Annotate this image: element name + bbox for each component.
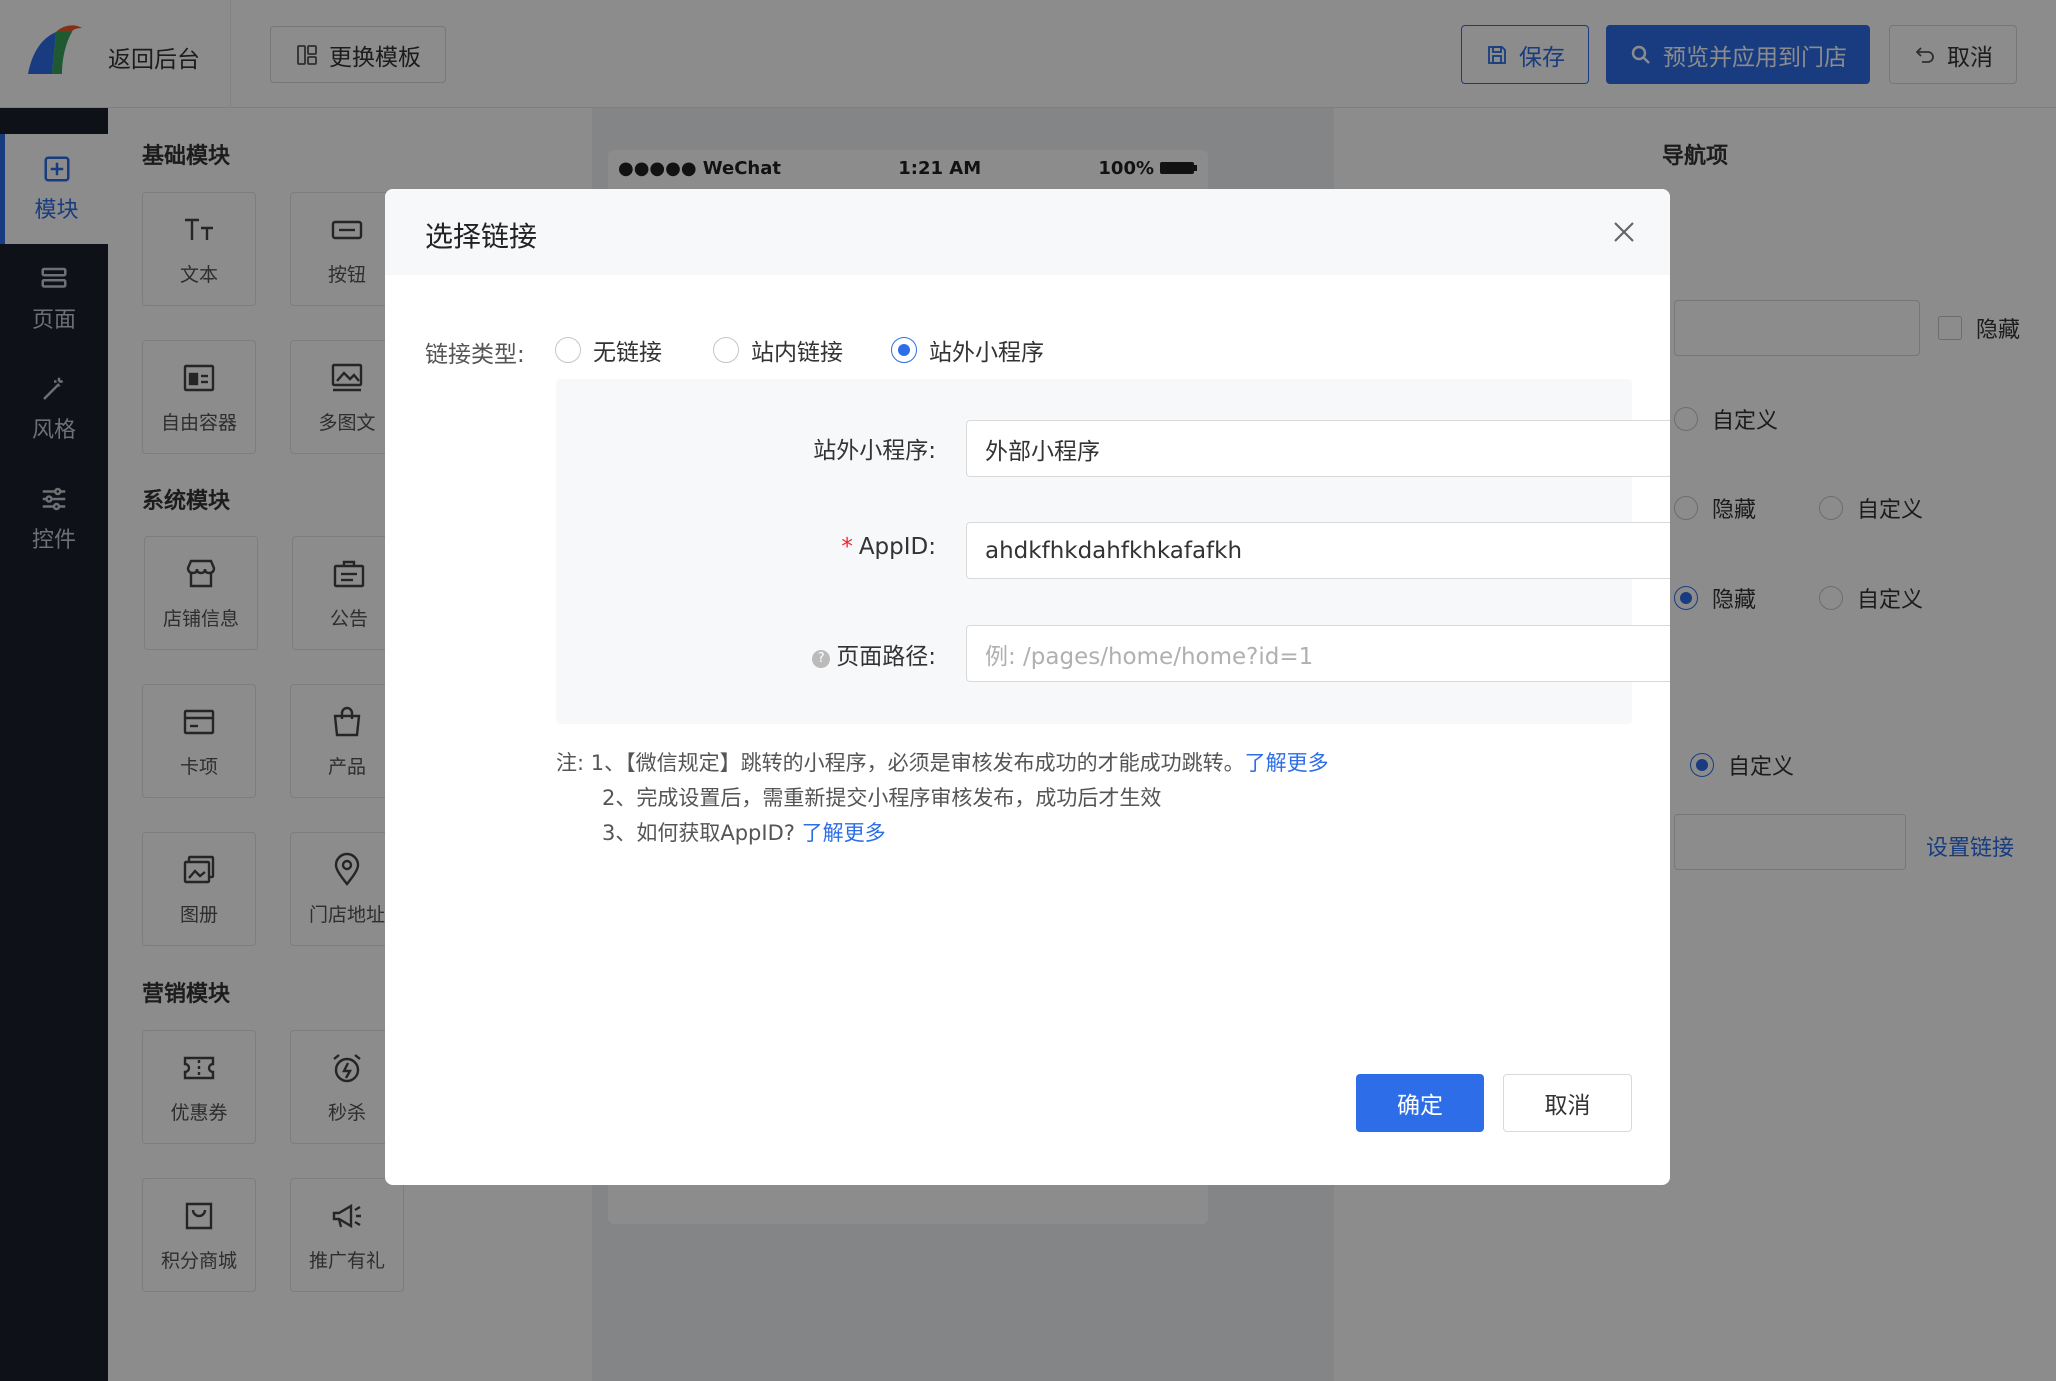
mini-program-select[interactable]: 外部小程序 <box>966 420 1670 477</box>
page-path-label-text: 页面路径: <box>836 644 936 670</box>
radio-internal-link[interactable]: 站内链接 <box>713 333 843 367</box>
page-path-input[interactable]: 例: /pages/home/home?id=1 <box>966 625 1670 682</box>
note-line-2: 2、完成设置后，需重新提交小程序审核发布，成功后才生效 <box>602 781 1161 816</box>
radio-no-link-label: 无链接 <box>593 340 662 366</box>
page-path-label: ? 页面路径: <box>636 637 936 671</box>
mini-program-form: 站外小程序: 外部小程序 * AppID: ahdkfhkdahfkhkafafk… <box>556 379 1670 724</box>
appid-input-value: ahdkfhkdahfkhkafafkh <box>985 537 1243 564</box>
appid-label-text: AppID: <box>858 534 936 560</box>
mini-program-select-value: 外部小程序 <box>985 438 1100 465</box>
radio-dot <box>555 337 581 363</box>
close-icon[interactable] <box>1611 219 1637 245</box>
dialog-title: 选择链接 <box>425 220 538 253</box>
note-line-3: 3、如何获取AppID? 了解更多 <box>602 816 886 851</box>
cancel-button[interactable]: 取消 <box>1503 1074 1632 1132</box>
appid-label: * AppID: <box>636 534 936 560</box>
note-line-1: 注: 1、【微信规定】跳转的小程序，必须是审核发布成功的才能成功跳转。了解更多 <box>556 746 1329 781</box>
link-type-label: 链接类型: <box>425 342 525 368</box>
appid-input[interactable]: ahdkfhkdahfkhkafafkh <box>966 522 1670 579</box>
radio-no-link[interactable]: 无链接 <box>555 333 662 367</box>
radio-dot-selected <box>891 337 917 363</box>
page-path-placeholder: 例: /pages/home/home?id=1 <box>985 643 1314 670</box>
select-link-dialog: 选择链接 链接类型: 无链接 站内链接 站外小程序 站外小程序: 外部小程序 *… <box>385 189 1670 1185</box>
mini-program-label: 站外小程序: <box>813 438 936 464</box>
help-icon[interactable]: ? <box>812 650 831 668</box>
note-text-3: 3、如何获取AppID? <box>602 821 795 845</box>
learn-more-link-1[interactable]: 了解更多 <box>1245 751 1329 775</box>
note-prefix: 注: <box>556 751 585 775</box>
radio-external-mini-program[interactable]: 站外小程序 <box>891 333 1044 367</box>
note-text-1: 1、【微信规定】跳转的小程序，必须是审核发布成功的才能成功跳转。 <box>590 751 1245 775</box>
required-marker: * <box>841 534 853 560</box>
radio-internal-link-label: 站内链接 <box>751 340 843 366</box>
radio-external-mini-program-label: 站外小程序 <box>929 340 1044 366</box>
note-text-2: 2、完成设置后，需重新提交小程序审核发布，成功后才生效 <box>602 786 1162 810</box>
learn-more-link-2[interactable]: 了解更多 <box>802 821 886 845</box>
radio-dot <box>713 337 739 363</box>
dialog-header: 选择链接 <box>385 189 1670 275</box>
confirm-button[interactable]: 确定 <box>1356 1074 1484 1132</box>
